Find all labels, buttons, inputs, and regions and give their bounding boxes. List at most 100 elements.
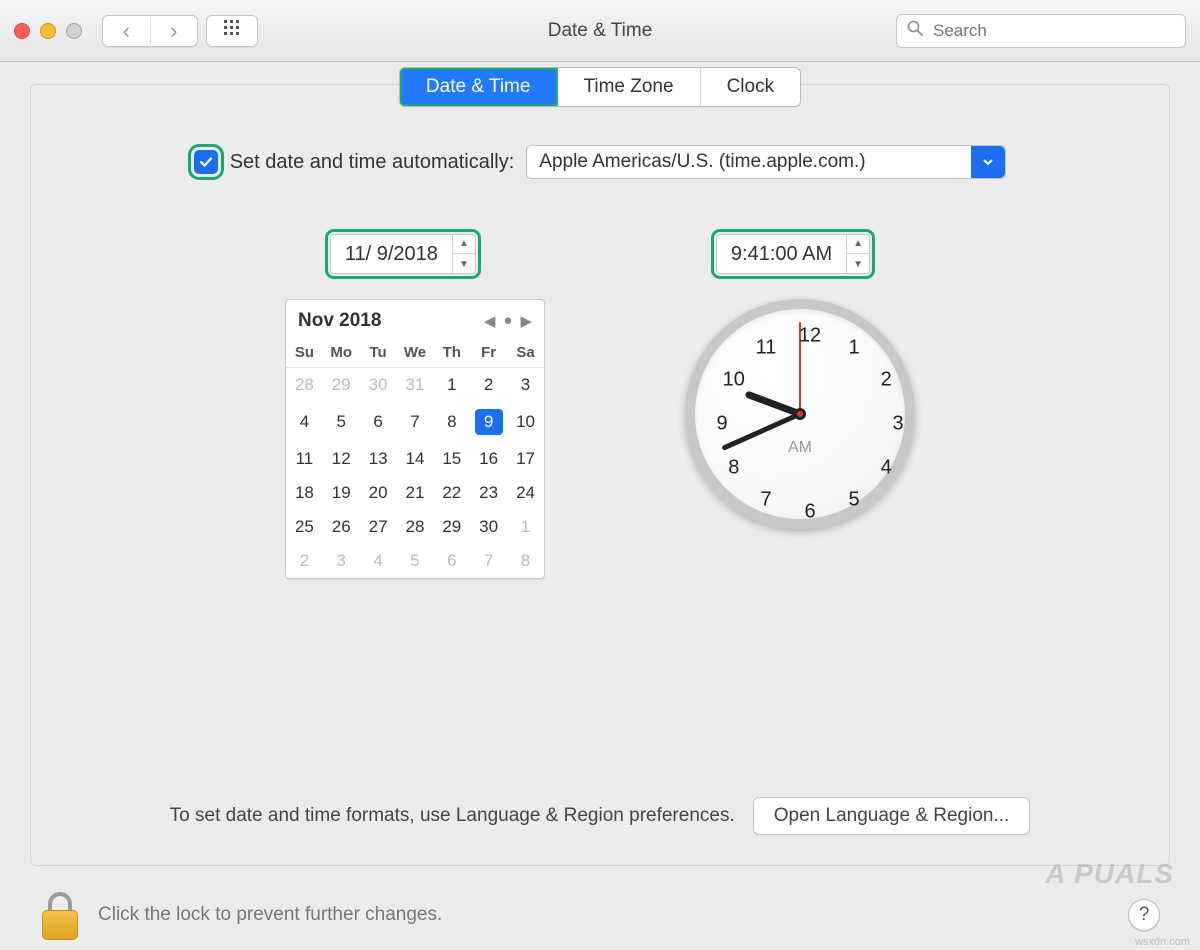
- search-icon: [907, 20, 923, 41]
- calendar-day[interactable]: 2: [286, 544, 323, 578]
- date-stepper[interactable]: ▲ ▼: [452, 234, 475, 274]
- calendar-next-icon[interactable]: ▶: [520, 312, 532, 330]
- time-server-combo[interactable]: Apple Americas/U.S. (time.apple.com.): [526, 145, 1006, 179]
- minimize-window-icon[interactable]: [40, 23, 56, 39]
- calendar-day[interactable]: 20: [360, 476, 397, 510]
- titlebar: ‹ › Date & Time: [0, 0, 1200, 62]
- clock-number: 1: [842, 336, 866, 359]
- stepper-down-icon[interactable]: ▼: [847, 254, 869, 274]
- lock-hint: Click the lock to prevent further change…: [98, 904, 442, 926]
- grid-icon: [223, 19, 241, 42]
- calendar-day[interactable]: 2: [470, 368, 507, 403]
- calendar-dow: We: [397, 338, 434, 368]
- chevron-down-icon[interactable]: [971, 146, 1005, 178]
- show-all-button[interactable]: [206, 15, 258, 47]
- calendar-day[interactable]: 16: [470, 442, 507, 476]
- calendar-day[interactable]: 7: [470, 544, 507, 578]
- calendar-dow: Th: [433, 338, 470, 368]
- stepper-up-icon[interactable]: ▲: [453, 234, 475, 254]
- calendar-day[interactable]: 8: [507, 544, 544, 578]
- calendar-day[interactable]: 28: [286, 368, 323, 403]
- calendar-day[interactable]: 8: [433, 402, 470, 442]
- calendar-today-icon[interactable]: ●: [503, 312, 512, 330]
- close-window-icon[interactable]: [14, 23, 30, 39]
- calendar-day[interactable]: 9: [470, 402, 507, 442]
- calendar-day[interactable]: 26: [323, 510, 360, 544]
- calendar-day[interactable]: 29: [433, 510, 470, 544]
- calendar-day[interactable]: 28: [397, 510, 434, 544]
- calendar-day[interactable]: 24: [507, 476, 544, 510]
- calendar-day[interactable]: 29: [323, 368, 360, 403]
- calendar-day[interactable]: 22: [433, 476, 470, 510]
- calendar-month-label: Nov 2018: [298, 310, 381, 332]
- stepper-down-icon[interactable]: ▼: [453, 254, 475, 274]
- calendar-day[interactable]: 30: [470, 510, 507, 544]
- calendar-day[interactable]: 15: [433, 442, 470, 476]
- calendar-day[interactable]: 13: [360, 442, 397, 476]
- time-value: 9:41:00 AM: [717, 243, 846, 266]
- calendar-day[interactable]: 5: [323, 402, 360, 442]
- forward-icon[interactable]: ›: [151, 18, 198, 44]
- tab-time-zone[interactable]: Time Zone: [557, 68, 700, 106]
- search-input[interactable]: [931, 20, 1175, 42]
- calendar-dow: Mo: [323, 338, 360, 368]
- calendar-dow: Su: [286, 338, 323, 368]
- calendar-day[interactable]: 1: [507, 510, 544, 544]
- calendar-day[interactable]: 3: [507, 368, 544, 403]
- time-stepper[interactable]: ▲ ▼: [846, 234, 869, 274]
- date-value: 11/ 9/2018: [331, 243, 452, 266]
- calendar-day[interactable]: 14: [397, 442, 434, 476]
- clock-number: 5: [842, 489, 866, 512]
- calendar-day[interactable]: 12: [323, 442, 360, 476]
- clock-number: 3: [886, 413, 910, 436]
- calendar-day[interactable]: 6: [360, 402, 397, 442]
- clock-number: 6: [798, 501, 822, 524]
- date-field[interactable]: 11/ 9/2018 ▲ ▼: [330, 234, 476, 274]
- tab-clock[interactable]: Clock: [701, 68, 801, 106]
- calendar-day[interactable]: 4: [286, 402, 323, 442]
- calendar-grid: SuMoTuWeThFrSa 2829303112345678910111213…: [286, 338, 544, 578]
- calendar-day[interactable]: 21: [397, 476, 434, 510]
- time-field[interactable]: 9:41:00 AM ▲ ▼: [716, 234, 870, 274]
- calendar-day[interactable]: 31: [397, 368, 434, 403]
- calendar-day[interactable]: 1: [433, 368, 470, 403]
- window-controls: [14, 23, 82, 39]
- clock-number: 8: [722, 457, 746, 480]
- calendar-day[interactable]: 10: [507, 402, 544, 442]
- help-button[interactable]: ?: [1128, 899, 1160, 931]
- calendar-day[interactable]: 19: [323, 476, 360, 510]
- lock-icon[interactable]: [40, 890, 80, 940]
- calendar-dow: Tu: [360, 338, 397, 368]
- calendar-day[interactable]: 17: [507, 442, 544, 476]
- nav-back-forward[interactable]: ‹ ›: [102, 15, 198, 47]
- calendar-day[interactable]: 25: [286, 510, 323, 544]
- calendar-day[interactable]: 3: [323, 544, 360, 578]
- auto-set-label: Set date and time automatically:: [230, 151, 515, 174]
- search-field[interactable]: [896, 14, 1186, 48]
- source-watermark: wsxdn.com: [1135, 936, 1190, 948]
- formats-hint: To set date and time formats, use Langua…: [170, 805, 735, 827]
- calendar-day[interactable]: 6: [433, 544, 470, 578]
- calendar-day[interactable]: 5: [397, 544, 434, 578]
- calendar-dow: Fr: [470, 338, 507, 368]
- calendar-day[interactable]: 30: [360, 368, 397, 403]
- clock-center-pin: [794, 408, 806, 420]
- stepper-up-icon[interactable]: ▲: [847, 234, 869, 254]
- calendar-day[interactable]: 4: [360, 544, 397, 578]
- tab-date-time[interactable]: Date & Time: [400, 68, 558, 106]
- calendar-day[interactable]: 7: [397, 402, 434, 442]
- time-server-value: Apple Americas/U.S. (time.apple.com.): [539, 151, 865, 173]
- tab-bar: Date & Time Time Zone Clock: [399, 67, 801, 107]
- calendar[interactable]: Nov 2018 ◀ ● ▶ SuMoTuWeThFrSa 2829303112…: [285, 299, 545, 579]
- watermark: A PUALS: [1045, 858, 1174, 890]
- calendar-prev-icon[interactable]: ◀: [484, 312, 496, 330]
- calendar-day[interactable]: 27: [360, 510, 397, 544]
- calendar-day[interactable]: 11: [286, 442, 323, 476]
- auto-set-checkbox[interactable]: [194, 150, 218, 174]
- open-language-region-button[interactable]: Open Language & Region...: [753, 797, 1031, 835]
- calendar-day[interactable]: 18: [286, 476, 323, 510]
- back-icon[interactable]: ‹: [103, 18, 151, 44]
- clock-number: 12: [798, 325, 822, 348]
- clock-ampm: AM: [788, 439, 812, 457]
- calendar-day[interactable]: 23: [470, 476, 507, 510]
